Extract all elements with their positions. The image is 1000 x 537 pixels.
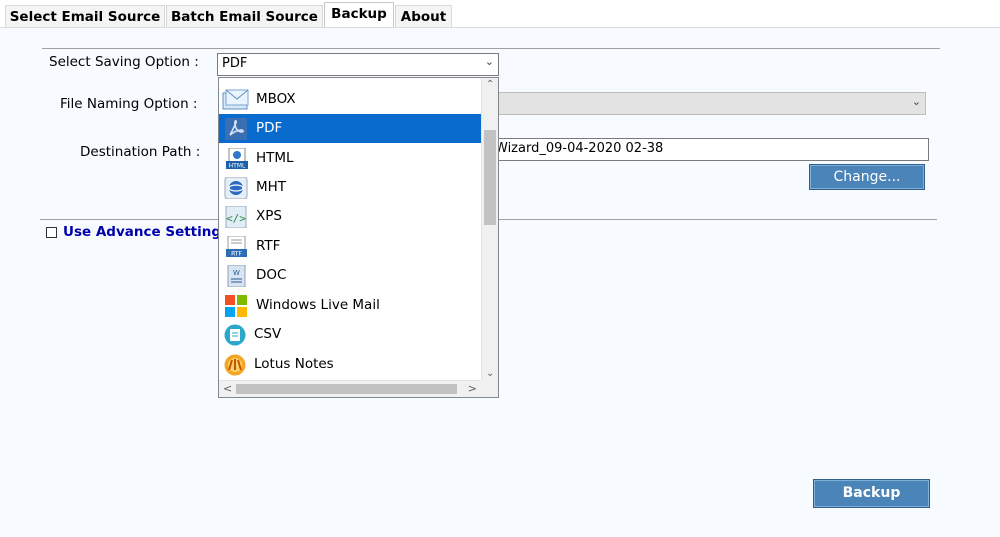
saving-option-list: MBOX PDF HTML HTML MHT </> XPS RTF RTF W…: [219, 78, 481, 380]
file-naming-label: File Naming Option :: [60, 96, 198, 112]
chevron-down-icon: ⌄: [484, 55, 494, 68]
list-item-csv[interactable]: CSV: [219, 320, 481, 349]
xps-icon: </>: [222, 206, 250, 228]
mht-icon: [222, 177, 250, 199]
html-icon: HTML: [222, 148, 250, 170]
scroll-left-icon[interactable]: <: [223, 382, 232, 395]
scroll-right-icon[interactable]: >: [468, 382, 477, 395]
saving-option-label: Select Saving Option :: [49, 54, 199, 70]
list-item-pdf[interactable]: PDF: [219, 114, 481, 143]
list-item-xps[interactable]: </> XPS: [219, 202, 481, 231]
list-item-mbox[interactable]: MBOX: [219, 85, 481, 114]
scroll-thumb[interactable]: [484, 130, 496, 225]
vertical-scrollbar[interactable]: ⌃ ⌄: [481, 78, 498, 380]
change-button[interactable]: Change...: [809, 164, 925, 190]
scroll-down-icon[interactable]: ⌄: [486, 368, 494, 379]
svg-text:W: W: [233, 269, 240, 277]
saving-option-dropdown[interactable]: MBOX PDF HTML HTML MHT </> XPS RTF RTF W…: [218, 77, 499, 398]
list-item-lotus-notes[interactable]: Lotus Notes: [219, 350, 481, 379]
pdf-icon: [222, 118, 250, 140]
scroll-up-icon[interactable]: ⌃: [486, 79, 494, 90]
top-separator: [42, 48, 940, 49]
svg-text:</>: </>: [226, 212, 246, 225]
advance-settings-label[interactable]: Use Advance Settings: [63, 224, 229, 240]
tab-backup[interactable]: Backup: [324, 2, 394, 27]
saving-option-select[interactable]: PDF ⌄: [217, 53, 499, 76]
lotus-notes-icon: [222, 354, 250, 376]
tab-batch-email-source[interactable]: Batch Email Source: [166, 5, 323, 27]
rtf-icon: RTF: [222, 236, 250, 258]
scroll-corner: [481, 380, 498, 397]
svg-text:HTML: HTML: [229, 163, 246, 170]
horizontal-scrollbar[interactable]: < >: [219, 380, 481, 397]
doc-icon: W: [222, 265, 250, 287]
tab-select-email-source[interactable]: Select Email Source: [5, 5, 165, 27]
destination-path-input[interactable]: Wizard_09-04-2020 02-38: [490, 138, 929, 161]
list-item-doc[interactable]: W DOC: [219, 261, 481, 290]
scroll-thumb-horizontal[interactable]: [236, 384, 457, 394]
chevron-down-icon: ⌄: [911, 95, 921, 108]
csv-icon: [222, 324, 250, 346]
list-item-windows-live-mail[interactable]: Windows Live Mail: [219, 291, 481, 320]
saving-option-value: PDF: [222, 56, 248, 71]
destination-label: Destination Path :: [80, 144, 201, 160]
list-item-html[interactable]: HTML HTML: [219, 144, 481, 173]
tab-bar: Select Email Source Batch Email Source B…: [0, 0, 1000, 27]
svg-text:RTF: RTF: [231, 251, 242, 258]
backup-button[interactable]: Backup: [813, 479, 930, 508]
list-item-mht[interactable]: MHT: [219, 173, 481, 202]
list-item-rtf[interactable]: RTF RTF: [219, 232, 481, 261]
tab-about[interactable]: About: [395, 5, 452, 27]
file-naming-select[interactable]: ⌄: [490, 92, 926, 115]
mbox-icon: [222, 89, 250, 111]
advance-settings-checkbox[interactable]: [46, 227, 57, 238]
windows-live-mail-icon: [222, 295, 250, 317]
